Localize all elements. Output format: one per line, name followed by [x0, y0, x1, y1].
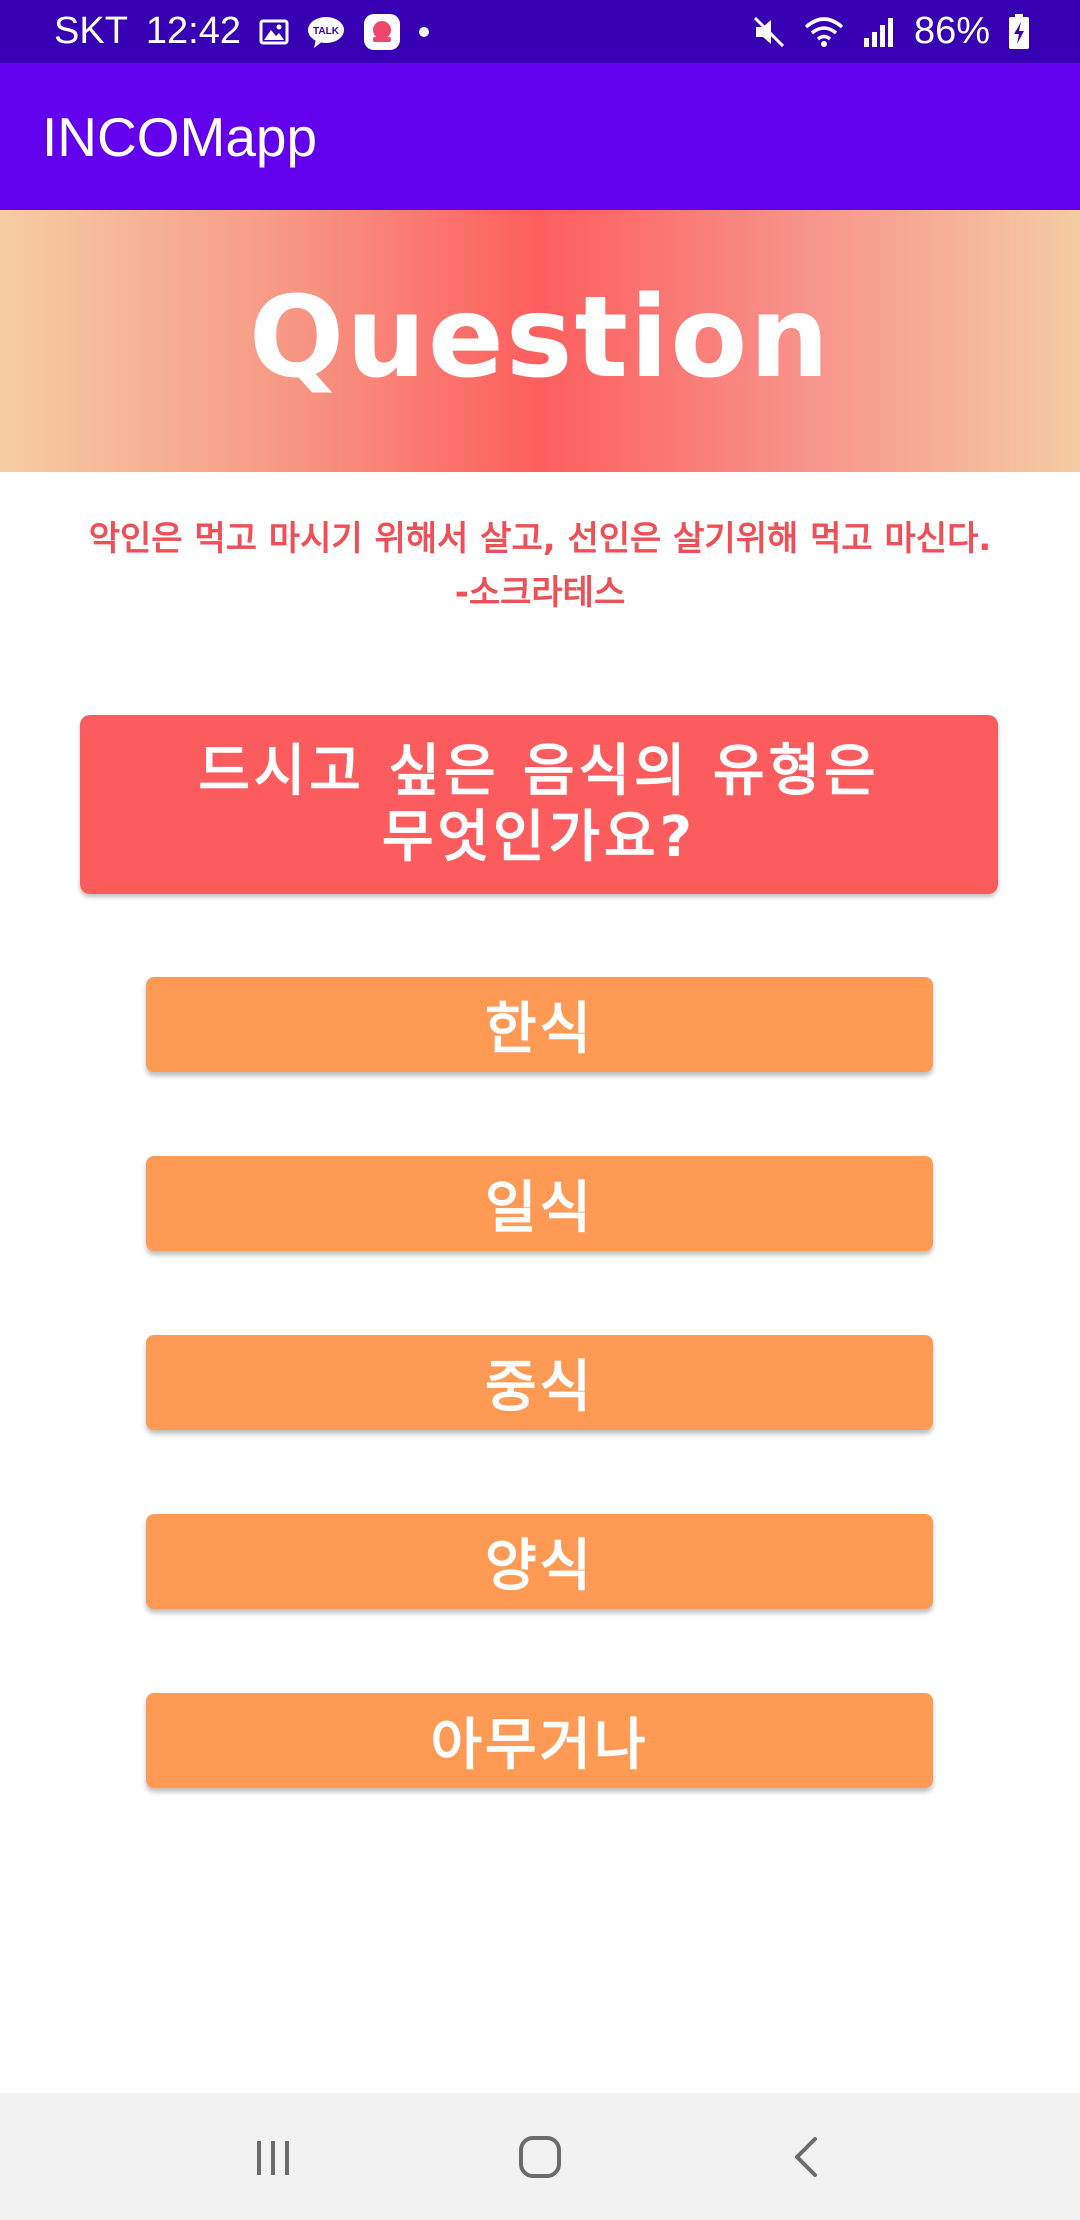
mute-icon: [752, 15, 786, 49]
carrier: SKT: [54, 10, 128, 52]
navigation-bar: [0, 2093, 1080, 2220]
clock: 12:42: [145, 10, 241, 52]
app-title: INCOMapp: [42, 105, 318, 168]
question-text: 드시고 싶은 음식의 유형은 무엇인가요?: [198, 739, 879, 871]
question-line-1: 드시고 싶은 음식의 유형은: [198, 738, 880, 804]
banner-title: Question: [248, 273, 832, 403]
status-left: SKT 12:42 TALK: [54, 10, 429, 53]
question-banner: Question: [0, 210, 1080, 472]
recent-apps-icon[interactable]: [213, 2107, 333, 2207]
home-icon[interactable]: [480, 2107, 600, 2207]
notification-app-icon: [363, 13, 401, 51]
option-western-button[interactable]: 양식: [146, 1514, 933, 1609]
option-korean-button[interactable]: 한식: [146, 977, 933, 1072]
svg-text:TALK: TALK: [313, 26, 340, 37]
image-icon: [259, 17, 289, 47]
question-box: 드시고 싶은 음식의 유형은 무엇인가요?: [80, 715, 998, 894]
option-anything-button[interactable]: 아무거나: [146, 1693, 933, 1788]
dot-icon: [419, 26, 429, 37]
status-right: 86%: [752, 10, 1030, 53]
quote: 악인은 먹고 마시기 위해서 살고, 선인은 살기위해 먹고 마신다. -소크라…: [0, 512, 1080, 620]
quote-author: -소크라테스: [454, 573, 626, 613]
wifi-icon: [804, 15, 844, 49]
option-japanese-button[interactable]: 일식: [146, 1156, 933, 1251]
app-bar: INCOMapp: [0, 63, 1080, 210]
signal-icon: [862, 16, 896, 48]
talk-icon: TALK: [307, 15, 345, 49]
battery-charging-icon: [1008, 13, 1030, 50]
status-bar: SKT 12:42 TALK 86%: [0, 0, 1080, 63]
option-chinese-button[interactable]: 중식: [146, 1335, 933, 1430]
battery-percent: 86%: [913, 10, 990, 52]
back-icon[interactable]: [747, 2107, 867, 2207]
quote-text: 악인은 먹고 마시기 위해서 살고, 선인은 살기위해 먹고 마신다.: [88, 519, 992, 559]
screen: SKT 12:42 TALK 86% INCOMapp Question 악인은…: [0, 0, 1080, 2220]
question-line-2: 무엇인가요?: [381, 804, 697, 870]
